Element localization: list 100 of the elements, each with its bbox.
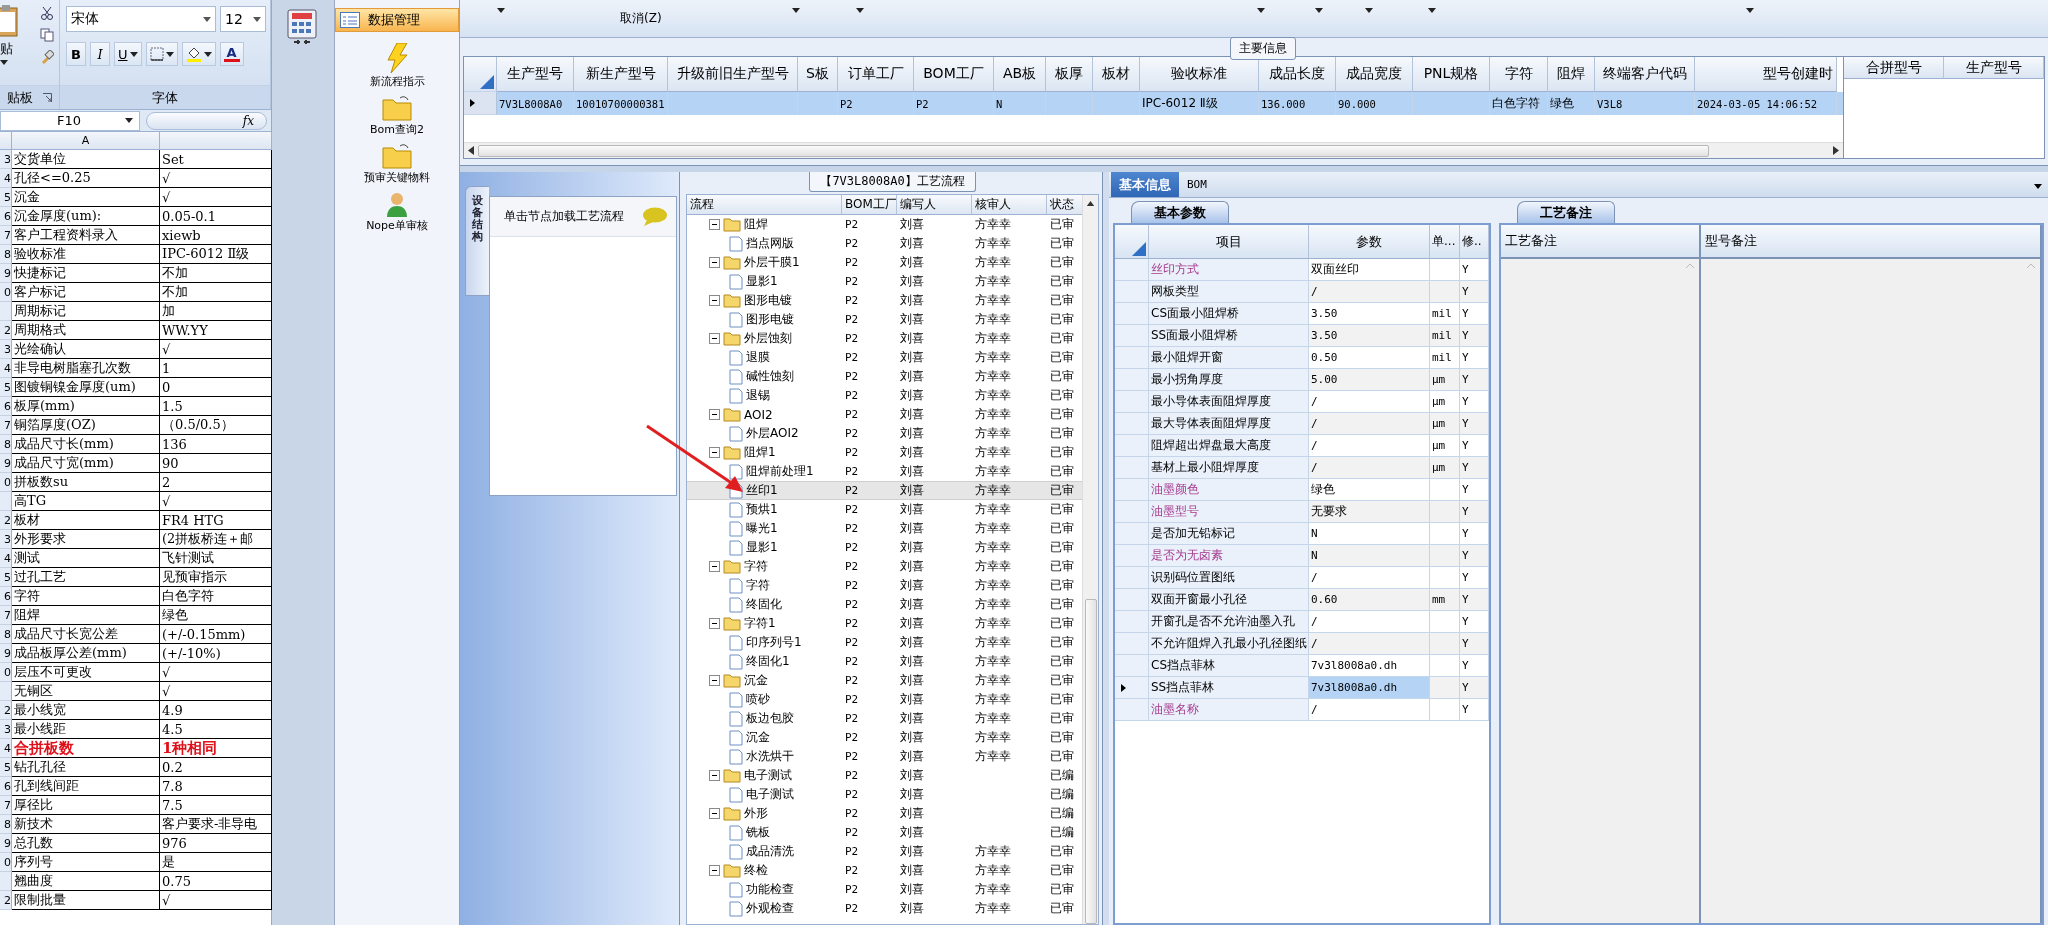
paste-label[interactable]: 贴 xyxy=(0,40,13,58)
collapse-icon[interactable] xyxy=(709,675,720,686)
collapse-icon[interactable] xyxy=(709,219,720,230)
param-value[interactable]: 5.00 xyxy=(1309,369,1430,391)
font-name-field[interactable]: 宋体 xyxy=(66,6,216,32)
param-row[interactable]: 最小导体表面阻焊厚度 / μm Y xyxy=(1115,391,1489,413)
tab[interactable]: 基本参数 xyxy=(1131,201,1229,223)
param-row[interactable]: 不允许阻焊入孔最小孔径图纸 / Y xyxy=(1115,633,1489,655)
column-header[interactable]: 流程 xyxy=(687,195,842,215)
param-value[interactable]: 绿色 xyxy=(1309,479,1430,501)
nav-item[interactable]: 新流程指示 xyxy=(335,40,459,92)
dropdown-caret-icon[interactable] xyxy=(129,51,138,57)
column-header[interactable]: 新生产型号 xyxy=(574,57,668,92)
column-header[interactable]: 修.. xyxy=(1460,225,1489,259)
collapse-icon[interactable] xyxy=(709,618,720,629)
param-row[interactable]: 最小拐角厚度 5.00 μm Y xyxy=(1115,369,1489,391)
dropdown-caret-icon[interactable] xyxy=(165,51,174,57)
column-header[interactable]: 成品宽度 xyxy=(1336,57,1413,92)
param-value[interactable]: 无要求 xyxy=(1309,501,1430,523)
tab[interactable]: 基本信息 xyxy=(1111,172,1179,197)
param-row[interactable]: CS面最小阻焊桥 3.50 mil Y xyxy=(1115,303,1489,325)
param-row[interactable]: 丝印方式 双面丝印 Y xyxy=(1115,259,1489,281)
scroll-right-icon[interactable] xyxy=(1833,146,1839,155)
param-row[interactable]: 油墨颜色 绿色 Y xyxy=(1115,479,1489,501)
copy-icon[interactable] xyxy=(40,28,54,42)
param-row[interactable]: SS面最小阻焊桥 3.50 mil Y xyxy=(1115,325,1489,347)
dropdown-caret-icon[interactable] xyxy=(1314,8,1323,13)
note-field[interactable] xyxy=(1501,259,1701,923)
nav-item[interactable]: Bom查询2 xyxy=(335,92,459,140)
param-value[interactable]: / xyxy=(1309,567,1430,589)
column-header[interactable]: 生产型号 xyxy=(1944,57,2044,79)
param-row[interactable]: 是否加无铅标记 N Y xyxy=(1115,523,1489,545)
collapse-icon[interactable] xyxy=(709,561,720,572)
column-header[interactable]: 单... xyxy=(1430,225,1460,259)
param-value[interactable]: N xyxy=(1309,523,1430,545)
param-value[interactable]: 3.50 xyxy=(1309,303,1430,325)
param-value[interactable]: 双面丝印 xyxy=(1309,259,1430,281)
column-header[interactable]: 工艺备注 xyxy=(1501,225,1701,259)
scrollbar-thumb[interactable] xyxy=(1084,598,1097,924)
column-header[interactable]: 板材 xyxy=(1093,57,1140,92)
column-header[interactable]: 阻焊 xyxy=(1548,57,1595,92)
function-button[interactable]: fx xyxy=(146,111,267,130)
column-header[interactable]: 编写人 xyxy=(897,195,972,215)
param-value[interactable]: / xyxy=(1309,633,1430,655)
column-header[interactable]: 项目 xyxy=(1149,225,1309,259)
dropdown-caret-icon[interactable] xyxy=(1745,8,1754,13)
select-all-icon[interactable] xyxy=(1132,242,1146,256)
param-row[interactable]: 阻焊超出焊盘最大高度 / μm Y xyxy=(1115,435,1489,457)
column-header[interactable]: 成品长度 xyxy=(1259,57,1336,92)
param-value[interactable]: / xyxy=(1309,435,1430,457)
dropdown-caret-icon[interactable] xyxy=(0,60,8,65)
column-header[interactable]: A xyxy=(12,132,160,150)
dropdown-caret-icon[interactable] xyxy=(855,8,864,13)
collapse-icon[interactable] xyxy=(709,257,720,268)
scroll-up-icon[interactable] xyxy=(1086,201,1095,206)
name-box[interactable]: F10 xyxy=(0,110,140,131)
scissors-icon[interactable] xyxy=(40,6,54,20)
column-header[interactable]: BOM工厂 xyxy=(842,195,897,215)
collapse-icon[interactable] xyxy=(709,447,720,458)
scroll-left-icon[interactable] xyxy=(468,146,474,155)
border-button[interactable] xyxy=(145,42,178,66)
dialog-launcher-icon[interactable] xyxy=(43,93,52,102)
dropdown-caret-icon[interactable] xyxy=(253,16,261,22)
column-header[interactable]: 状态 xyxy=(1047,195,1082,215)
param-row[interactable]: CS挡点菲林 7v3l8008a0.dh Y xyxy=(1115,655,1489,677)
underline-button[interactable]: U xyxy=(114,42,142,66)
dropdown-caret-icon[interactable] xyxy=(125,118,133,123)
dropdown-caret-icon[interactable] xyxy=(791,8,800,13)
fill-color-button[interactable] xyxy=(181,42,216,66)
tree-row[interactable]: 丝印1 P2 刘喜 方幸幸 已审 xyxy=(687,481,1082,500)
dropdown-caret-icon[interactable] xyxy=(1427,8,1436,13)
column-header[interactable]: 型号备注 xyxy=(1701,225,2042,259)
column-header[interactable]: 升级前旧生产型号 xyxy=(668,57,798,92)
scrollbar-thumb[interactable] xyxy=(478,144,1709,157)
dropdown-caret-icon[interactable] xyxy=(497,8,505,13)
param-row[interactable]: 最大导体表面阻焊厚度 / μm Y xyxy=(1115,413,1489,435)
nav-section[interactable]: 数据管理 xyxy=(335,8,459,32)
italic-button[interactable]: I xyxy=(90,42,110,66)
column-header[interactable]: 终端客户代码 xyxy=(1595,57,1695,92)
param-value[interactable]: N xyxy=(1309,545,1430,567)
param-row[interactable]: 最小阻焊开窗 0.50 mil Y xyxy=(1115,347,1489,369)
collapse-icon[interactable] xyxy=(709,295,720,306)
collapse-icon[interactable] xyxy=(709,865,720,876)
nav-item[interactable]: Nope单审核 xyxy=(335,188,459,236)
column-header[interactable]: 参数 xyxy=(1309,225,1430,259)
param-value[interactable]: 3.50 xyxy=(1309,325,1430,347)
param-row[interactable]: 基材上最小阻焊厚度 / μm Y xyxy=(1115,457,1489,479)
param-row[interactable]: 油墨名称 / Y xyxy=(1115,699,1489,721)
collapse-icon[interactable] xyxy=(709,808,720,819)
param-value[interactable]: / xyxy=(1309,611,1430,633)
param-value[interactable]: 7v3l8008a0.dh xyxy=(1309,655,1430,677)
param-row[interactable]: 识别码位置图纸 / Y xyxy=(1115,567,1489,589)
dropdown-caret-icon[interactable] xyxy=(203,51,212,57)
side-tab[interactable]: 设备结构 xyxy=(465,186,489,296)
param-value[interactable]: / xyxy=(1309,281,1430,303)
column-header[interactable]: 生产型号 xyxy=(497,57,574,92)
dropdown-caret-icon[interactable] xyxy=(203,16,211,22)
dropdown-caret-icon[interactable] xyxy=(2034,183,2042,189)
tab[interactable]: 工艺备注 xyxy=(1517,201,1615,223)
column-header[interactable]: BOM工厂 xyxy=(914,57,994,92)
